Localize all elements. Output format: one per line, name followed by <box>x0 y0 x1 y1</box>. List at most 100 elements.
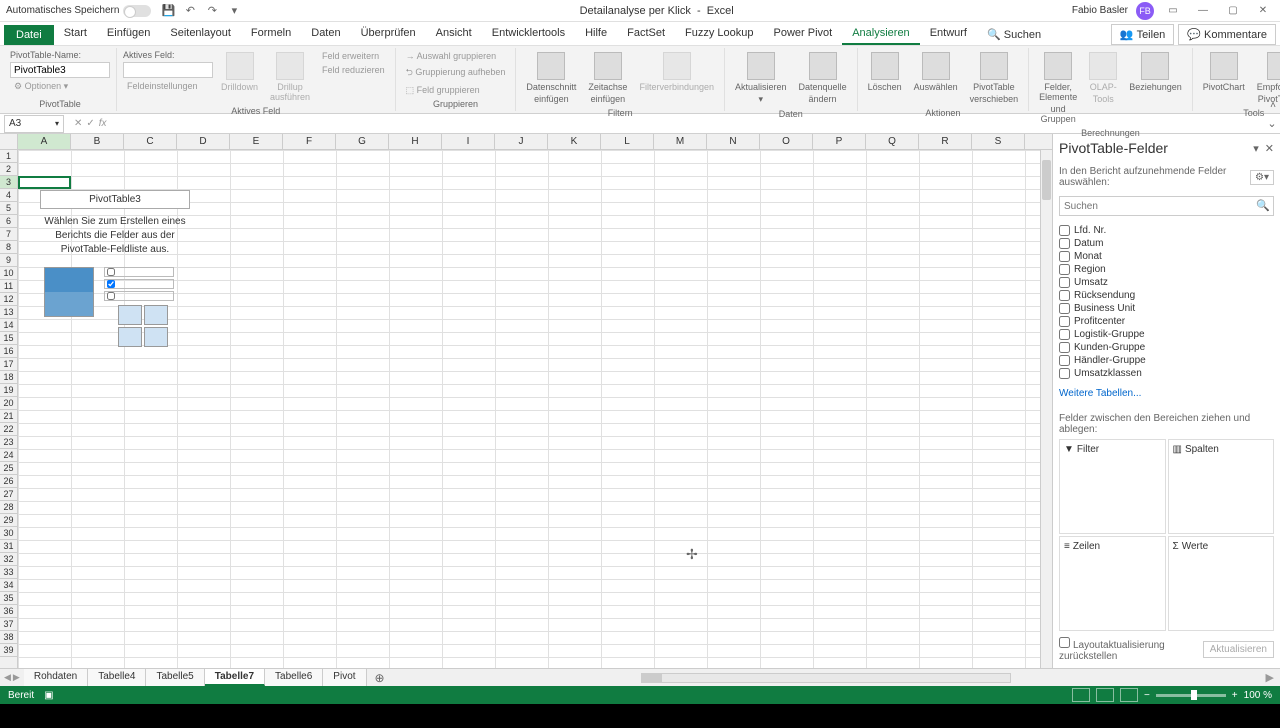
sheet-tab[interactable]: Tabelle7 <box>205 669 265 686</box>
row-header[interactable]: 6 <box>0 215 17 228</box>
search-icon[interactable]: 🔍 <box>1256 199 1270 212</box>
field-checkbox[interactable] <box>1059 368 1070 379</box>
hscroll-right-icon[interactable]: ▶ <box>1260 671 1280 684</box>
tab-fuzzy lookup[interactable]: Fuzzy Lookup <box>675 23 763 45</box>
col-header[interactable]: B <box>71 134 124 149</box>
qat-more-icon[interactable]: ▾ <box>227 4 241 18</box>
col-header[interactable]: C <box>124 134 177 149</box>
tab-einfügen[interactable]: Einfügen <box>97 23 160 45</box>
user-avatar[interactable]: FB <box>1136 2 1154 20</box>
field-checkbox[interactable] <box>1059 238 1070 249</box>
save-icon[interactable]: 💾 <box>161 4 175 18</box>
field-checkbox[interactable] <box>1059 290 1070 301</box>
row-header[interactable]: 25 <box>0 462 17 475</box>
field-item[interactable]: Datum <box>1059 237 1274 250</box>
refresh-button[interactable]: Aktualisieren▾ <box>731 50 791 107</box>
row-header[interactable]: 21 <box>0 410 17 423</box>
view-break-icon[interactable] <box>1120 688 1138 702</box>
row-header[interactable]: 1 <box>0 150 17 163</box>
row-header[interactable]: 7 <box>0 228 17 241</box>
field-checkbox[interactable] <box>1059 264 1070 275</box>
confirm-icon[interactable]: ✓ <box>86 118 94 129</box>
fx-icon[interactable]: fx <box>99 118 107 129</box>
tab-power pivot[interactable]: Power Pivot <box>764 23 843 45</box>
field-item[interactable]: Umsatz <box>1059 276 1274 289</box>
area-rows[interactable]: ≡ Zeilen <box>1059 536 1166 631</box>
row-header[interactable]: 12 <box>0 293 17 306</box>
add-sheet-button[interactable]: ⊕ <box>367 671 393 685</box>
worksheet-grid[interactable]: PivotTable3 Wählen Sie zum Erstellen ein… <box>18 150 1040 668</box>
row-header[interactable]: 30 <box>0 527 17 540</box>
field-item[interactable]: Umsatzklassen <box>1059 367 1274 380</box>
row-header[interactable]: 23 <box>0 436 17 449</box>
sheet-tab[interactable]: Tabelle6 <box>265 669 323 686</box>
pivotchart-button[interactable]: PivotChart <box>1199 50 1249 94</box>
col-header[interactable]: K <box>548 134 601 149</box>
close-button[interactable]: ✕ <box>1252 3 1274 19</box>
col-header[interactable]: P <box>813 134 866 149</box>
field-settings-button[interactable]: Feldeinstellungen <box>123 80 213 92</box>
tab-ansicht[interactable]: Ansicht <box>426 23 482 45</box>
col-header[interactable]: J <box>495 134 548 149</box>
field-checkbox[interactable] <box>1059 225 1070 236</box>
field-checkbox[interactable] <box>1059 251 1070 262</box>
horizontal-scrollbar[interactable] <box>393 673 1260 683</box>
tab-start[interactable]: Start <box>54 23 97 45</box>
col-header[interactable]: L <box>601 134 654 149</box>
view-layout-icon[interactable] <box>1096 688 1114 702</box>
more-tables-link[interactable]: Weitere Tabellen... <box>1059 384 1274 403</box>
col-header[interactable]: G <box>336 134 389 149</box>
field-checkbox[interactable] <box>1059 316 1070 327</box>
active-field-input[interactable] <box>123 62 213 78</box>
defer-layout-checkbox[interactable]: Layoutaktualisierung zurückstellen <box>1059 637 1203 662</box>
row-header[interactable]: 34 <box>0 579 17 592</box>
insert-timeline-button[interactable]: Zeitachseeinfügen <box>584 50 631 106</box>
area-values[interactable]: Σ Werte <box>1168 536 1275 631</box>
field-item[interactable]: Profitcenter <box>1059 315 1274 328</box>
col-header[interactable]: E <box>230 134 283 149</box>
calc-fields-button[interactable]: Felder, Elementeund Gruppen <box>1035 50 1081 126</box>
tab-seitenlayout[interactable]: Seitenlayout <box>160 23 241 45</box>
pivot-name-input[interactable] <box>10 62 110 78</box>
col-header[interactable]: Q <box>866 134 919 149</box>
col-header[interactable]: I <box>442 134 495 149</box>
ribbon-mode-icon[interactable]: ▭ <box>1162 3 1184 19</box>
row-header[interactable]: 37 <box>0 618 17 631</box>
row-header[interactable]: 4 <box>0 189 17 202</box>
row-header[interactable]: 18 <box>0 371 17 384</box>
col-header[interactable]: A <box>18 134 71 149</box>
change-datasource-button[interactable]: Datenquelleändern <box>795 50 851 106</box>
row-header[interactable]: 35 <box>0 592 17 605</box>
row-header[interactable]: 5 <box>0 202 17 215</box>
row-header[interactable]: 33 <box>0 566 17 579</box>
field-item[interactable]: Händler-Gruppe <box>1059 354 1274 367</box>
row-header[interactable]: 32 <box>0 553 17 566</box>
col-header[interactable]: D <box>177 134 230 149</box>
row-header[interactable]: 10 <box>0 267 17 280</box>
tab-daten[interactable]: Daten <box>301 23 350 45</box>
row-header[interactable]: 39 <box>0 644 17 657</box>
col-header[interactable]: O <box>760 134 813 149</box>
zoom-slider[interactable] <box>1156 694 1226 697</box>
tab-file[interactable]: Datei <box>4 25 54 45</box>
zoom-out-icon[interactable]: − <box>1144 690 1150 701</box>
name-box[interactable]: A3▾ <box>4 115 64 133</box>
row-header[interactable]: 17 <box>0 358 17 371</box>
row-header[interactable]: 24 <box>0 449 17 462</box>
autosave-toggle[interactable] <box>123 5 151 17</box>
recommended-pivot-button[interactable]: EmpfohlenePivotTables <box>1253 50 1280 106</box>
tab-formeln[interactable]: Formeln <box>241 23 301 45</box>
field-item[interactable]: Logistik-Gruppe <box>1059 328 1274 341</box>
row-header[interactable]: 11 <box>0 280 17 293</box>
row-header[interactable]: 16 <box>0 345 17 358</box>
field-checkbox[interactable] <box>1059 277 1070 288</box>
sheet-nav-next-icon[interactable]: ▶ <box>13 672 20 683</box>
tab-analysieren[interactable]: Analysieren <box>842 23 919 45</box>
sheet-tab[interactable]: Rohdaten <box>24 669 88 686</box>
col-header[interactable]: M <box>654 134 707 149</box>
row-header[interactable]: 26 <box>0 475 17 488</box>
maximize-button[interactable]: ▢ <box>1222 3 1244 19</box>
row-header[interactable]: 28 <box>0 501 17 514</box>
zoom-level[interactable]: 100 % <box>1244 690 1272 701</box>
minimize-button[interactable]: — <box>1192 3 1214 19</box>
